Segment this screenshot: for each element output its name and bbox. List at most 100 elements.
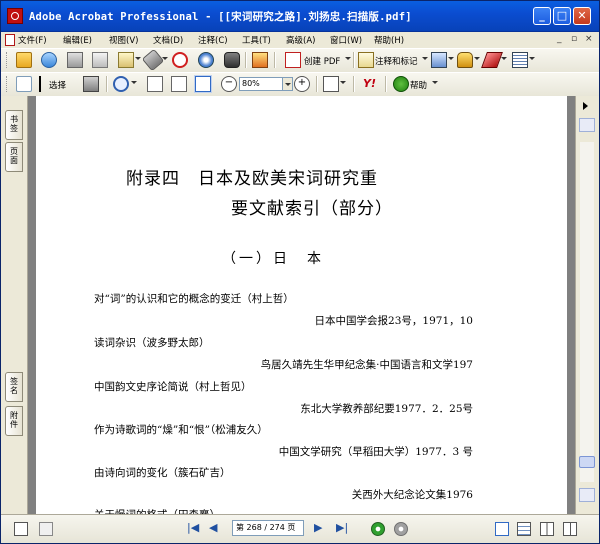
create-pdf-from-file-icon[interactable] [252,52,268,68]
zoom-tool-dropdown-icon[interactable] [131,81,137,84]
forms-icon[interactable] [512,52,528,68]
save-icon[interactable] [67,52,83,68]
actual-size-icon[interactable] [147,76,163,92]
minimize-button[interactable]: _ [533,7,551,25]
secure-icon[interactable] [172,52,188,68]
tab-bookmarks[interactable]: 书签 [5,110,23,140]
page-thumbnail-icon[interactable] [14,522,28,536]
tab-signatures-label: 签名 [6,377,22,395]
section-heading: （一）日 本 [222,251,324,267]
comment-markup-dropdown-icon[interactable] [422,57,428,60]
toolbar-separator [274,52,276,68]
scroll-track[interactable] [580,142,594,482]
scroll-up-button[interactable] [579,118,595,132]
last-page-icon[interactable]: ▶| [336,522,350,536]
fit-page-icon[interactable] [171,76,187,92]
toolbar-grip[interactable] [6,52,10,68]
tab-pages[interactable]: 页面 [5,142,23,172]
next-view-icon[interactable] [394,522,408,536]
continuous-facing-layout-icon[interactable] [563,522,577,536]
zoom-out-icon[interactable]: − [221,76,237,92]
toolbar-separator [385,76,387,92]
tab-label-char: 页 [10,147,18,156]
rotate-dropdown-icon[interactable] [340,81,346,84]
entry-title: 读词杂识（波多野太郎） [94,337,210,349]
binoculars-search-icon[interactable] [224,52,240,68]
mdi-close-button[interactable]: × [585,34,593,44]
select-text-icon[interactable] [39,76,47,92]
pdf-page: 附录四 日本及欧美宋词研究重 要文献索引（部分） （一）日 本 对“词”的认识和… [36,96,567,521]
send-for-review-dropdown-icon[interactable] [448,57,454,60]
facing-layout-icon[interactable] [540,522,554,536]
zoom-level-dropdown[interactable] [283,77,293,91]
email-dropdown-icon[interactable] [135,57,141,60]
continuous-layout-icon[interactable] [517,522,531,536]
zoom-level-input[interactable]: 80% [239,77,283,91]
previous-page-icon[interactable]: ◀ [209,522,223,536]
next-page-icon[interactable]: ▶ [314,522,328,536]
fit-width-icon[interactable] [194,75,212,93]
help-button[interactable]: 帮助 [410,79,427,91]
tab-attachments-label: 附件 [6,411,22,429]
vertical-scrollbar[interactable] [575,96,599,514]
menu-comments[interactable]: 注释(C) [198,34,228,46]
document-icon [5,34,15,46]
panel-expand-arrow-icon[interactable] [583,102,588,110]
print-icon[interactable] [92,52,108,68]
yahoo-search-icon[interactable]: Y! [363,76,379,92]
menu-document[interactable]: 文档(D) [153,34,183,46]
comment-markup-button[interactable]: 注释和标记 [375,55,418,67]
send-for-review-icon[interactable] [431,52,447,68]
menu-tools[interactable]: 工具(T) [242,34,271,46]
page-number-input[interactable]: 第 268 / 274 页 [232,520,304,536]
toolbar-separator [353,52,355,68]
sign-pen-icon[interactable] [481,52,503,68]
entry-title: 中国韵文史序论简说（村上哲见） [94,381,252,393]
page-heading-line2: 要文献索引（部分） [231,199,393,219]
menu-window[interactable]: 窗口(W) [330,34,362,46]
zoom-in-magnifier-icon[interactable] [113,76,129,92]
toolbar-grip[interactable] [6,76,10,92]
first-page-icon[interactable]: |◀ [187,522,201,536]
email-icon[interactable] [118,52,134,68]
secure-dropdown-icon[interactable] [474,57,480,60]
attach-icon[interactable] [141,48,165,72]
tab-signatures[interactable]: 签名 [5,372,23,402]
main-toolbar: 创建 PDF 注释和标记 [1,48,599,73]
forms-dropdown-icon[interactable] [529,57,535,60]
tab-label-char: 名 [10,386,18,395]
close-button[interactable]: ✕ [573,7,591,25]
scroll-thumb[interactable] [579,456,595,468]
single-page-layout-icon[interactable] [495,522,509,536]
menu-edit[interactable]: 编辑(E) [63,34,92,46]
web-search-icon[interactable] [198,52,214,68]
menu-view[interactable]: 视图(V) [109,34,138,46]
sign-dropdown-icon[interactable] [501,57,507,60]
secure-lock-icon[interactable] [457,52,473,68]
create-pdf-dropdown-icon[interactable] [345,57,351,60]
maximize-button[interactable]: □ [553,7,571,25]
tab-attachments[interactable]: 附件 [5,406,23,436]
comment-markup-icon[interactable] [358,52,374,68]
previous-view-icon[interactable] [371,522,385,536]
open-folder-icon[interactable] [16,52,32,68]
rotate-view-icon[interactable] [323,76,339,92]
mdi-restore-button[interactable]: ▫ [571,34,577,44]
menu-advanced[interactable]: 高级(A) [286,34,315,46]
zoom-in-icon[interactable]: + [294,76,310,92]
create-pdf-button[interactable]: 创建 PDF [304,55,340,67]
create-pdf-icon[interactable] [285,52,301,68]
organizer-icon[interactable] [41,52,57,68]
scroll-down-button[interactable] [579,488,595,502]
document-view[interactable]: 附录四 日本及欧美宋词研究重 要文献索引（部分） （一）日 本 对“词”的认识和… [28,96,575,521]
options-icon[interactable] [39,522,53,536]
snapshot-icon[interactable] [83,76,99,92]
hand-tool-icon[interactable] [16,76,32,92]
menu-help[interactable]: 帮助(H) [374,34,404,46]
attach-dropdown-icon[interactable] [162,57,168,60]
help-dropdown-icon[interactable] [432,81,438,84]
title-bar[interactable]: Adobe Acrobat Professional - [[宋词研究之路].刘… [1,1,599,32]
mdi-minimize-button[interactable]: _ [557,34,562,44]
menu-file[interactable]: 文件(F) [18,34,47,46]
select-tool-button[interactable]: 选择 [49,79,66,91]
